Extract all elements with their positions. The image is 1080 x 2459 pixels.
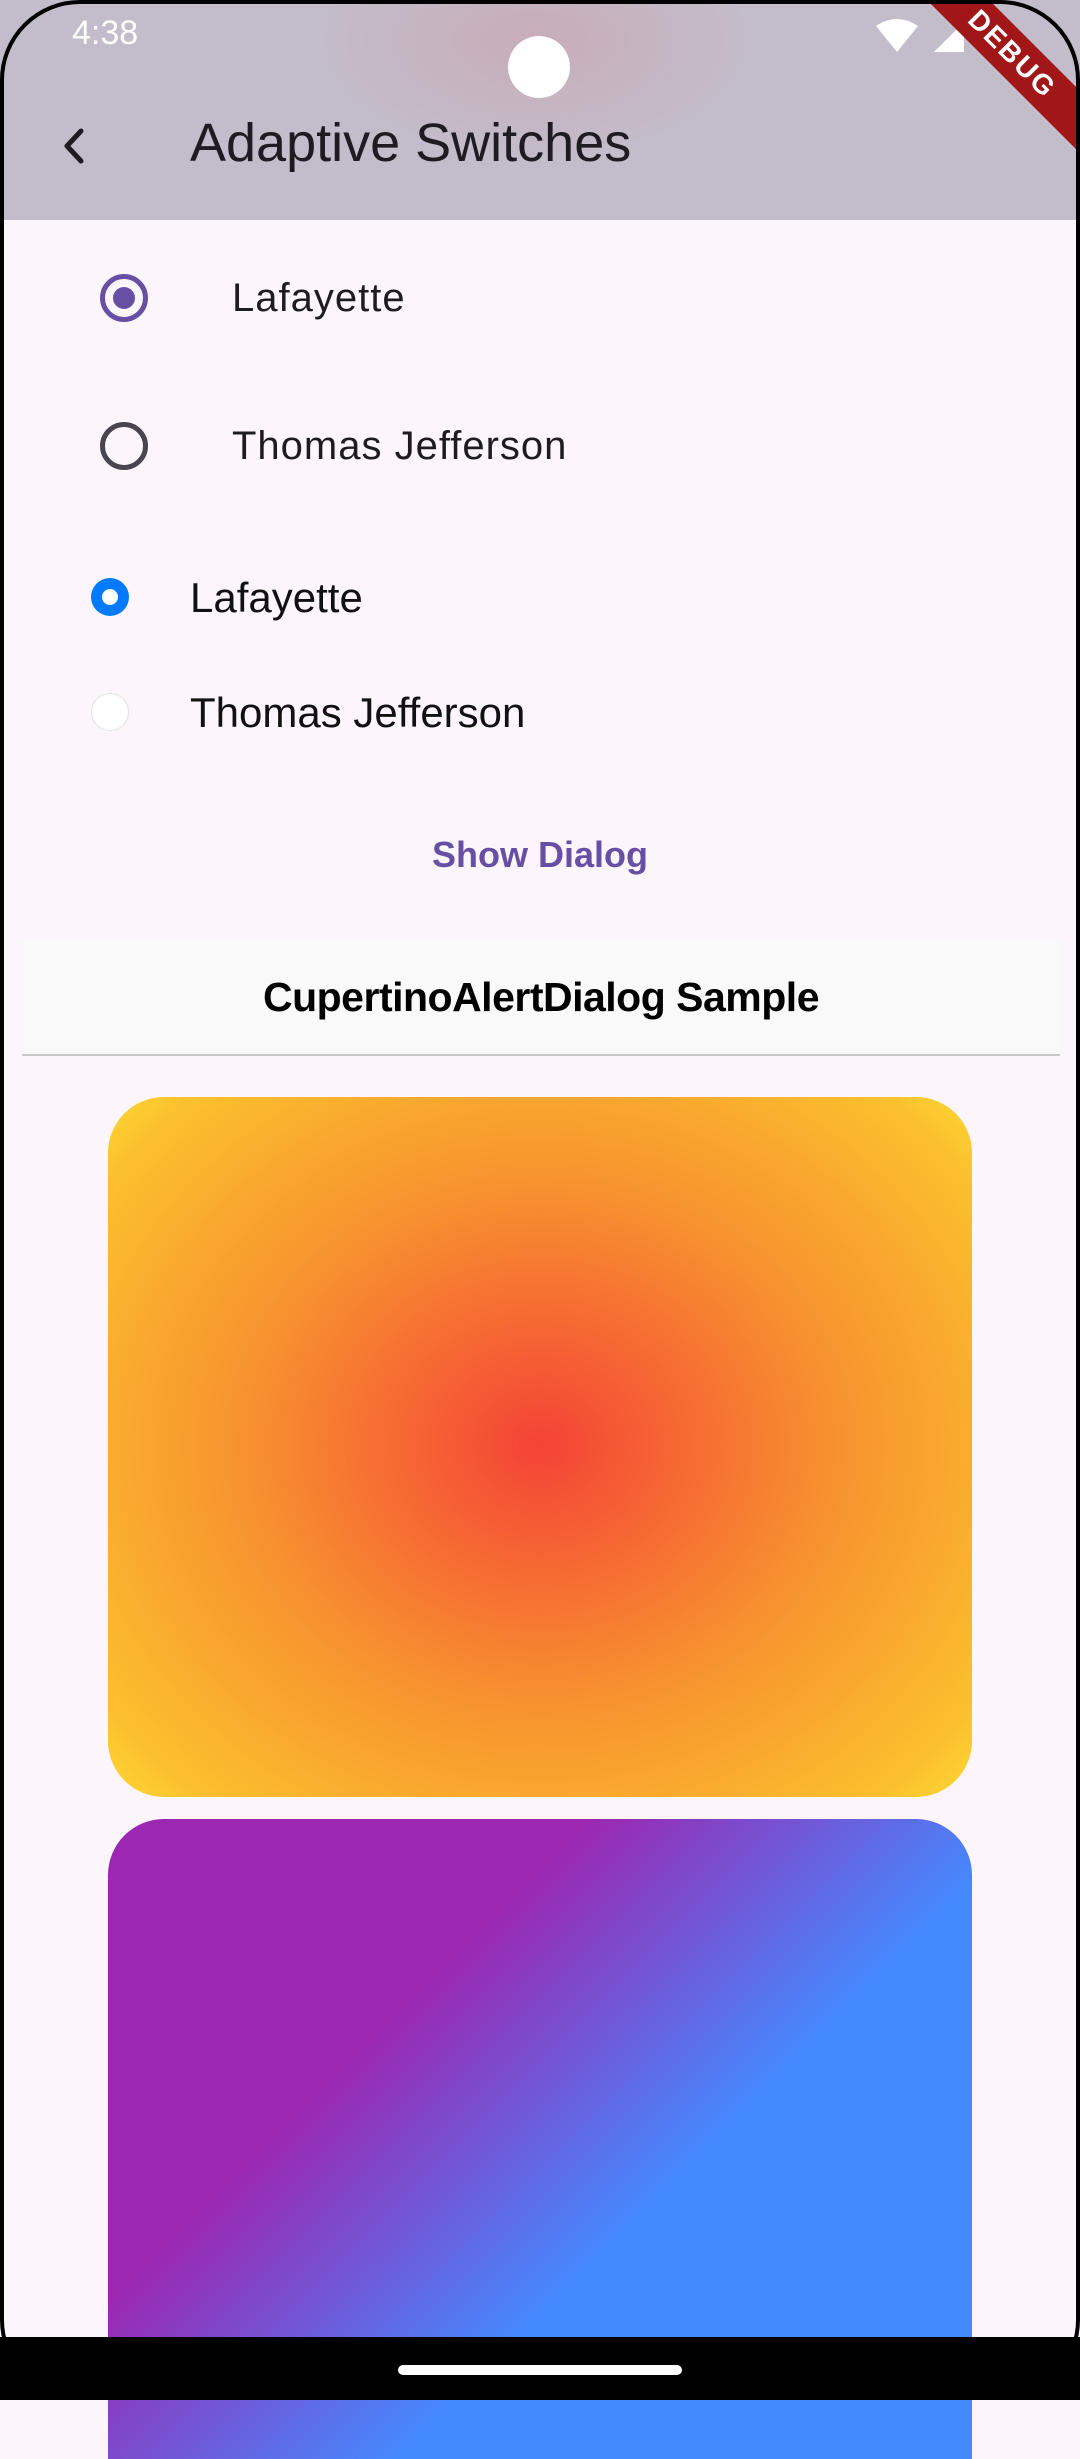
material-radio-thomas-jefferson[interactable]: Thomas Jefferson	[0, 386, 1080, 506]
cupertino-radio-lafayette[interactable]: Lafayette	[0, 548, 1080, 648]
radio-unselected-icon[interactable]	[91, 693, 129, 731]
material-radio-lafayette[interactable]: Lafayette	[0, 238, 1080, 358]
app-bar: 4:38 DEBUG Adaptive Switches	[0, 0, 1080, 220]
camera-cutout	[508, 36, 570, 98]
radio-selected-icon[interactable]	[100, 274, 148, 322]
radio-label: Thomas Jefferson	[232, 424, 568, 468]
cupertino-radio-thomas-jefferson[interactable]: Thomas Jefferson	[0, 663, 1080, 763]
radio-selected-icon[interactable]	[91, 578, 129, 616]
radio-label: Thomas Jefferson	[190, 689, 526, 736]
home-indicator[interactable]	[398, 2365, 682, 2375]
cupertino-nav-bar: CupertinoAlertDialog Sample	[22, 940, 1060, 1056]
radio-unselected-icon[interactable]	[100, 422, 148, 470]
radial-gradient-card	[108, 1097, 972, 1797]
chevron-left-icon	[64, 128, 84, 164]
nav-title: CupertinoAlertDialog Sample	[262, 974, 820, 1020]
radio-label: Lafayette	[232, 276, 406, 320]
radio-label: Lafayette	[190, 574, 363, 621]
status-time: 4:38	[72, 14, 139, 52]
wifi-icon	[876, 19, 918, 52]
show-dialog-button[interactable]: Show Dialog	[380, 820, 700, 890]
page-title: Adaptive Switches	[190, 113, 632, 173]
back-button[interactable]	[44, 114, 104, 178]
